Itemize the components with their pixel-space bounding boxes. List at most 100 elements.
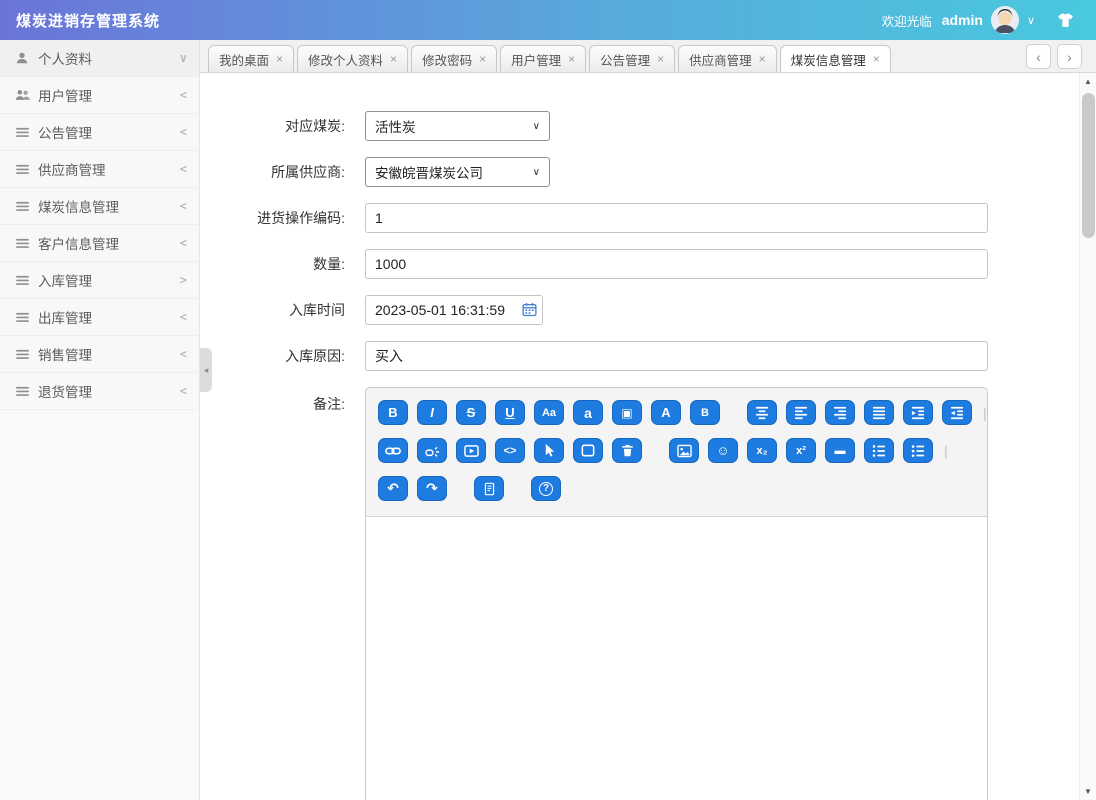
indent-button[interactable] xyxy=(903,400,933,425)
insert-link-button[interactable] xyxy=(378,438,408,463)
text-color-button[interactable]: A xyxy=(651,400,681,425)
sidebar-item-user-management[interactable]: 用户管理 < xyxy=(0,77,199,114)
chevron-icon: < xyxy=(180,162,187,176)
delete-button[interactable] xyxy=(612,438,642,463)
scroll-up-arrow[interactable]: ▲ xyxy=(1080,73,1096,90)
sidebar-item-profile[interactable]: 个人资料 ∨ xyxy=(0,40,199,77)
coal-select[interactable]: 活性炭 ∨ xyxy=(365,111,550,141)
vertical-scrollbar[interactable]: ▲ ▼ xyxy=(1079,73,1096,800)
sidebar-item-label: 用户管理 xyxy=(38,85,180,105)
form-row-time: 入库时间 xyxy=(200,295,1079,325)
align-justify-button[interactable] xyxy=(864,400,894,425)
menu-icon xyxy=(14,238,30,249)
close-icon[interactable]: × xyxy=(568,52,575,66)
sidebar-item-label: 供应商管理 xyxy=(38,159,180,179)
time-input[interactable] xyxy=(365,295,543,325)
align-left-icon xyxy=(794,406,808,420)
theme-skin-icon[interactable] xyxy=(1057,12,1074,28)
scroll-down-arrow[interactable]: ▼ xyxy=(1080,783,1096,800)
outdent-button[interactable] xyxy=(942,400,972,425)
italic-button[interactable]: I xyxy=(417,400,447,425)
avatar[interactable] xyxy=(991,6,1019,34)
help-button[interactable]: ? xyxy=(531,476,561,501)
tab-label: 公告管理 xyxy=(600,50,650,69)
bold-button[interactable]: B xyxy=(378,400,408,425)
font-family-button[interactable]: Aa xyxy=(534,400,564,425)
close-icon[interactable]: × xyxy=(276,52,283,66)
tab-user-management[interactable]: 用户管理 × xyxy=(500,45,586,72)
welcome-text: 欢迎光临 xyxy=(882,11,932,30)
unordered-list-button[interactable] xyxy=(903,438,933,463)
fullscreen-button[interactable] xyxy=(573,438,603,463)
reason-input[interactable] xyxy=(365,341,988,371)
reason-label: 入库原因: xyxy=(200,346,345,366)
superscript-button[interactable]: x² xyxy=(786,438,816,463)
sidebar-item-sales-management[interactable]: 销售管理 < xyxy=(0,336,199,373)
code-input[interactable] xyxy=(365,203,988,233)
chevron-icon: > xyxy=(180,273,187,287)
sidebar-item-coal-info-management[interactable]: 煤炭信息管理 < xyxy=(0,188,199,225)
emoji-button[interactable]: ☺ xyxy=(708,438,738,463)
align-right-icon xyxy=(833,406,847,420)
close-icon[interactable]: × xyxy=(759,52,766,66)
close-icon[interactable]: × xyxy=(479,52,486,66)
menu-icon xyxy=(14,164,30,175)
sidebar-item-outbound-management[interactable]: 出库管理 < xyxy=(0,299,199,336)
tab-edit-profile[interactable]: 修改个人资料 × xyxy=(297,45,408,72)
menu-icon xyxy=(14,386,30,397)
users-icon xyxy=(14,88,30,102)
align-center-button[interactable] xyxy=(747,400,777,425)
sidebar-item-label: 入库管理 xyxy=(38,270,180,290)
subscript-button[interactable]: x₂ xyxy=(747,438,777,463)
tab-scroll-right-button[interactable]: › xyxy=(1057,44,1082,69)
toolbar-row-3: ↶ ↷ ? xyxy=(378,476,977,501)
highlight-color-button[interactable]: B xyxy=(690,400,720,425)
align-left-button[interactable] xyxy=(786,400,816,425)
sidebar-item-label: 煤炭信息管理 xyxy=(38,196,180,216)
align-right-button[interactable] xyxy=(825,400,855,425)
tab-scroll-left-button[interactable]: ‹ xyxy=(1026,44,1051,69)
rich-text-editor: B I S U Aa a ▣ A B xyxy=(365,387,988,800)
tab-change-password[interactable]: 修改密码 × xyxy=(411,45,497,72)
sidebar-item-returns-management[interactable]: 退货管理 < xyxy=(0,373,199,410)
sidebar-item-label: 退货管理 xyxy=(38,381,180,401)
form-row-reason: 入库原因: xyxy=(200,341,1079,371)
sidebar-item-supplier-management[interactable]: 供应商管理 < xyxy=(0,151,199,188)
insert-image-button[interactable] xyxy=(669,438,699,463)
sidebar-item-notice-management[interactable]: 公告管理 < xyxy=(0,114,199,151)
select-all-button[interactable] xyxy=(534,438,564,463)
undo-button[interactable]: ↶ xyxy=(378,476,408,501)
tab-coal-info-management[interactable]: 煤炭信息管理 × xyxy=(780,45,891,72)
sidebar-item-customer-info-management[interactable]: 客户信息管理 < xyxy=(0,225,199,262)
format-block-button[interactable]: ▣ xyxy=(612,400,642,425)
supplier-select[interactable]: 安徽皖晋煤炭公司 ∨ xyxy=(365,157,550,187)
code-view-button[interactable]: <> xyxy=(495,438,525,463)
tab-label: 煤炭信息管理 xyxy=(791,50,866,69)
quantity-input[interactable] xyxy=(365,249,988,279)
tab-my-desktop[interactable]: 我的桌面 × xyxy=(208,45,294,72)
horizontal-rule-button[interactable]: ▬ xyxy=(825,438,855,463)
editor-content[interactable] xyxy=(366,517,987,800)
coal-select-value: 活性炭 xyxy=(375,116,416,136)
scrollbar-thumb[interactable] xyxy=(1082,93,1095,238)
form-row-supplier: 所属供应商: 安徽皖晋煤炭公司 ∨ xyxy=(200,157,1079,187)
sidebar-collapse-handle[interactable]: ◂ xyxy=(200,348,212,392)
close-icon[interactable]: × xyxy=(390,52,397,66)
sidebar-item-inbound-management[interactable]: 入库管理 > xyxy=(0,262,199,299)
close-icon[interactable]: × xyxy=(873,52,880,66)
chevron-down-icon: ∨ xyxy=(533,167,540,178)
unlink-button[interactable] xyxy=(417,438,447,463)
underline-button[interactable]: U xyxy=(495,400,525,425)
preview-button[interactable] xyxy=(474,476,504,501)
redo-button[interactable]: ↷ xyxy=(417,476,447,501)
tab-supplier-management[interactable]: 供应商管理 × xyxy=(678,45,777,72)
chevron-down-icon: ∨ xyxy=(533,121,540,132)
strikethrough-button[interactable]: S xyxy=(456,400,486,425)
tab-notice-management[interactable]: 公告管理 × xyxy=(589,45,675,72)
ordered-list-button[interactable] xyxy=(864,438,894,463)
font-size-button[interactable]: a xyxy=(573,400,603,425)
chevron-down-icon[interactable]: ∨ xyxy=(1027,14,1035,27)
calendar-icon[interactable] xyxy=(522,302,537,317)
insert-video-button[interactable] xyxy=(456,438,486,463)
close-icon[interactable]: × xyxy=(657,52,664,66)
